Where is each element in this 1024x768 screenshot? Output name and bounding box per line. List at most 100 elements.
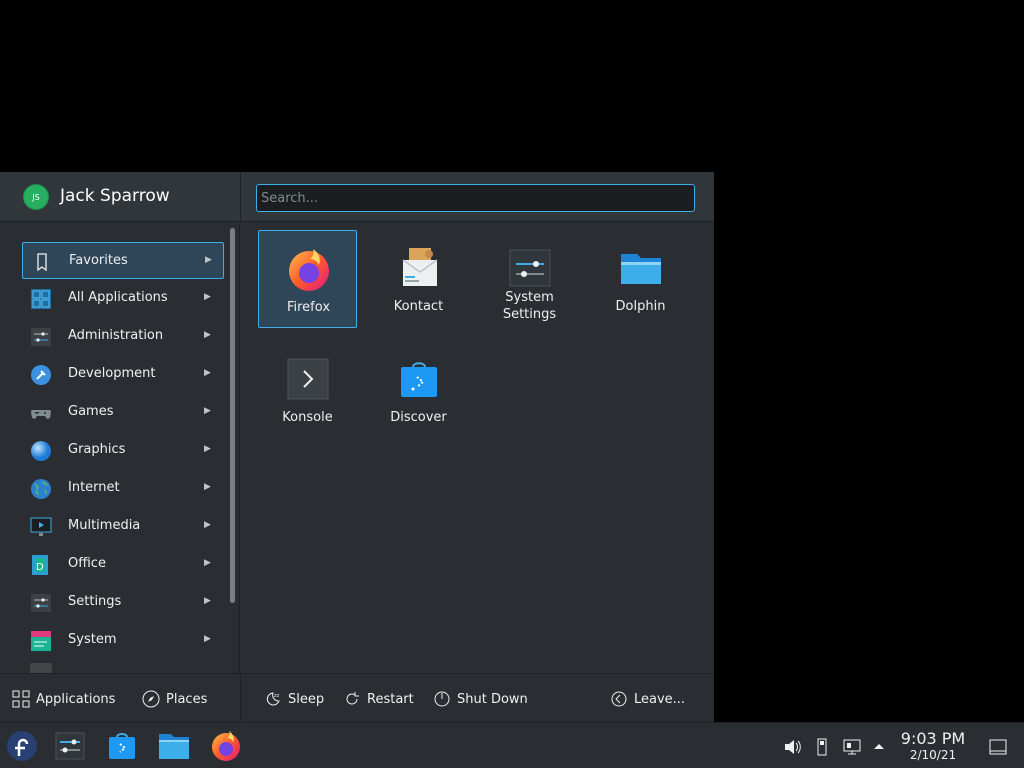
restart-button[interactable]: Restart — [343, 688, 414, 710]
app-label: Dolphin — [615, 299, 666, 314]
taskbar-discover[interactable] — [104, 729, 140, 763]
grid-icon — [31, 289, 51, 309]
app-konsole[interactable]: Konsole — [258, 341, 357, 439]
shutdown-button[interactable]: Shut Down — [433, 688, 528, 710]
chevron-right-icon: ▶ — [204, 292, 211, 302]
taskbar: 9:03 PM 2/10/21 — [0, 722, 1024, 768]
chevron-right-icon: ▶ — [205, 255, 212, 265]
leave-button[interactable]: Leave... — [610, 688, 685, 710]
header-divider — [240, 172, 241, 222]
category-label: System — [68, 632, 117, 647]
category-internet[interactable]: Internet ▶ — [22, 470, 224, 507]
category-label: Internet — [68, 480, 120, 495]
category-administration[interactable]: Administration ▶ — [22, 318, 224, 355]
category-label: Development — [68, 366, 156, 381]
category-games[interactable]: Games ▶ — [22, 394, 224, 431]
category-label: Office — [68, 556, 106, 571]
power-icon — [434, 691, 450, 707]
restart-icon — [346, 692, 359, 705]
shutdown-label: Shut Down — [457, 691, 528, 707]
dolphin-icon — [159, 734, 189, 759]
category-favorites[interactable]: Favorites ▶ — [22, 242, 224, 279]
firefox-icon — [289, 249, 329, 291]
leave-icon — [611, 691, 627, 707]
show-desktop-icon[interactable] — [988, 737, 1008, 757]
compass-icon — [142, 690, 160, 708]
launcher-header: JS Jack Sparrow — [0, 172, 714, 222]
category-graphics[interactable]: Graphics ▶ — [22, 432, 224, 469]
chevron-right-icon: ▶ — [204, 520, 211, 530]
category-label: Favorites — [69, 253, 128, 268]
app-dolphin[interactable]: Dolphin — [591, 230, 690, 328]
clock-date[interactable]: 2/10/21 — [893, 748, 973, 762]
places-tab-label: Places — [166, 691, 208, 707]
next-category-icon — [30, 663, 52, 673]
monitor-play-icon — [30, 517, 52, 536]
folder-icon — [621, 254, 661, 284]
fedora-launcher-icon — [7, 731, 37, 761]
app-label: System Settings — [502, 290, 557, 322]
office-icon: D — [32, 555, 48, 575]
app-label: Konsole — [282, 410, 333, 425]
category-office[interactable]: D Office ▶ — [22, 546, 224, 583]
application-launcher-button[interactable] — [4, 729, 40, 763]
taskbar-dolphin[interactable] — [156, 729, 192, 763]
category-multimedia[interactable]: Multimedia ▶ — [22, 508, 224, 545]
sleep-label: Sleep — [288, 691, 325, 707]
app-firefox[interactable]: Firefox — [258, 230, 357, 328]
globe-icon — [31, 479, 51, 499]
category-settings[interactable]: Settings ▶ — [22, 584, 224, 621]
app-label: Firefox — [286, 300, 331, 315]
sleep-button[interactable]: zz Sleep — [264, 688, 324, 710]
user-name: Jack Sparrow — [60, 186, 170, 206]
category-development[interactable]: Development ▶ — [22, 356, 224, 393]
category-sidebar: Favorites ▶ All Applications ▶ Administr… — [0, 223, 240, 673]
footer-divider — [240, 674, 241, 723]
discover-icon — [109, 733, 135, 759]
terminal-icon — [287, 358, 329, 400]
kontact-icon — [402, 248, 438, 286]
applications-tab[interactable]: Applications — [12, 688, 115, 710]
system-settings-icon — [55, 732, 85, 760]
svg-text:D: D — [36, 562, 44, 573]
network-icon[interactable] — [842, 737, 862, 757]
chevron-right-icon: ▶ — [204, 558, 211, 568]
search-input[interactable] — [256, 184, 695, 212]
sliders-icon — [31, 594, 51, 612]
chevron-right-icon: ▶ — [204, 368, 211, 378]
store-icon — [401, 362, 437, 397]
app-label: Discover — [390, 410, 447, 425]
app-label: Kontact — [393, 299, 444, 314]
taskbar-firefox[interactable] — [208, 729, 244, 763]
usb-icon[interactable] — [812, 737, 832, 757]
chevron-right-icon: ▶ — [204, 482, 211, 492]
sliders-icon — [31, 328, 51, 346]
applications-tab-label: Applications — [36, 691, 116, 707]
clock-time[interactable]: 9:03 PM — [893, 729, 973, 748]
category-system[interactable]: System ▶ — [22, 622, 224, 659]
category-label: Graphics — [68, 442, 126, 457]
chevron-up-icon[interactable] — [869, 737, 889, 757]
app-system-settings[interactable]: System Settings — [480, 230, 579, 328]
sphere-icon — [31, 441, 51, 461]
app-discover[interactable]: Discover — [369, 341, 468, 439]
category-all-applications[interactable]: All Applications ▶ — [22, 280, 224, 317]
sidebar-scrollbar[interactable] — [230, 228, 235, 603]
bookmark-icon — [37, 253, 47, 272]
avatar[interactable]: JS — [23, 184, 49, 210]
chevron-right-icon: ▶ — [204, 330, 211, 340]
chevron-right-icon: ▶ — [204, 406, 211, 416]
places-tab[interactable]: Places — [142, 688, 207, 710]
chevron-right-icon: ▶ — [204, 444, 211, 454]
volume-icon[interactable] — [782, 737, 802, 757]
system-settings-icon — [509, 249, 551, 287]
sleep-icon: zz — [266, 692, 280, 706]
gamepad-icon — [31, 410, 51, 419]
category-label: All Applications — [68, 290, 168, 305]
svg-text:zz: zz — [274, 693, 280, 699]
restart-label: Restart — [367, 691, 414, 707]
launcher-footer: Applications Places zz Sleep Restart Shu… — [0, 673, 714, 723]
app-kontact[interactable]: Kontact — [369, 230, 468, 328]
taskbar-system-settings[interactable] — [52, 729, 88, 763]
grid-icon — [12, 690, 30, 708]
